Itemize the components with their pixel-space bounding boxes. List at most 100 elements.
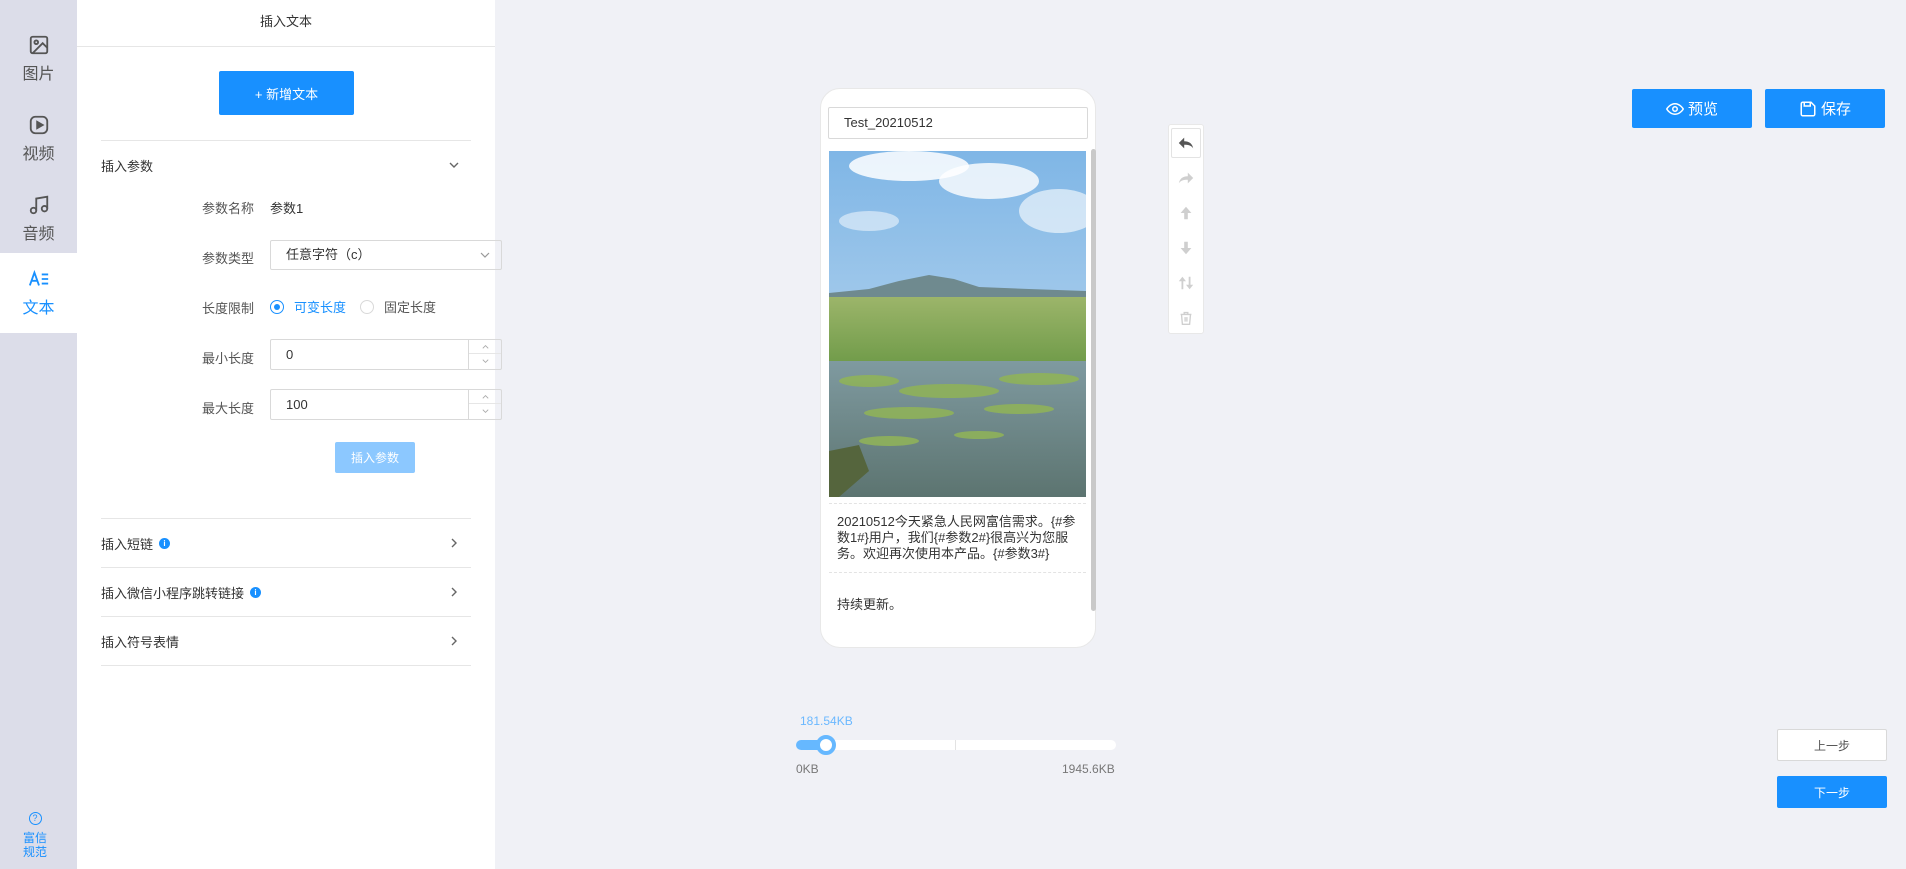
swap-button[interactable]: [1171, 268, 1201, 298]
eye-icon: [1665, 102, 1684, 115]
divider: [101, 567, 471, 568]
length-limit-radio-group: 可变长度 固定长度: [270, 297, 450, 316]
size-slider-tick: [955, 740, 956, 750]
param-name-label: 参数名称: [202, 201, 255, 216]
message-body-text[interactable]: 20210512今天紧急人民网富信需求。{#参数1#}用户，我们{#参数2#}很…: [829, 503, 1086, 573]
decrement-button[interactable]: [469, 354, 501, 368]
info-icon: i: [250, 586, 262, 598]
max-length-input[interactable]: [271, 390, 461, 419]
chevron-up-icon: [481, 394, 489, 399]
text-icon: [28, 269, 48, 286]
max-length-label: 最大长度: [202, 401, 255, 416]
edit-toolbar: [1168, 124, 1204, 334]
save-button[interactable]: 保存: [1765, 89, 1885, 128]
radio-fixed-length-label[interactable]: 固定长度: [384, 297, 436, 316]
chevron-right-icon: [451, 587, 457, 597]
min-length-input[interactable]: [271, 340, 461, 369]
text-panel: 插入文本 + 新增文本 插入参数 参数名称 参数1 参数类型 任意字符（c） 长…: [77, 0, 502, 869]
message-image[interactable]: [829, 151, 1086, 497]
divider: [101, 616, 471, 617]
increment-button[interactable]: [469, 390, 501, 404]
param-type-value: 任意字符（c）: [286, 247, 371, 262]
move-up-icon: [1180, 206, 1192, 220]
insert-param-button[interactable]: 插入参数: [335, 442, 415, 473]
rail-item-image[interactable]: 图片: [0, 19, 77, 99]
rail-item-audio[interactable]: 音频: [0, 179, 77, 259]
chevron-up-icon: [481, 344, 489, 349]
phone-preview: Test_20210512 20210512今天紧急人民网富信需求。{#参数1#…: [820, 88, 1096, 648]
param-type-select[interactable]: 任意字符（c）: [270, 240, 502, 270]
next-step-button[interactable]: 下一步: [1777, 776, 1887, 808]
rail-help[interactable]: ? 富信 规范: [0, 812, 70, 859]
chevron-right-icon: [451, 636, 457, 646]
phone-scrollbar[interactable]: [1091, 149, 1096, 611]
add-text-button[interactable]: + 新增文本: [219, 71, 354, 115]
rail-item-label: 视频: [22, 146, 55, 163]
chevron-right-icon: [451, 538, 457, 548]
rail-item-video[interactable]: 视频: [0, 99, 77, 179]
section-insert-miniprogram-link[interactable]: 插入微信小程序跳转链接 i: [101, 581, 471, 603]
redo-icon: [1178, 172, 1194, 184]
radio-variable-length-label[interactable]: 可变长度: [294, 297, 346, 316]
size-min-label: 0KB: [796, 762, 819, 776]
size-slider: [796, 735, 1116, 755]
delete-icon: [1180, 311, 1192, 325]
min-length-label: 最小长度: [202, 351, 255, 366]
rail-item-text[interactable]: 文本: [0, 253, 77, 333]
help-icon: ?: [28, 812, 42, 825]
rail-item-label: 图片: [22, 66, 55, 83]
move-down-icon: [1180, 241, 1192, 255]
chevron-down-icon: [480, 252, 490, 258]
increment-button[interactable]: [469, 340, 501, 354]
save-label: 保存: [1820, 101, 1851, 118]
undo-button[interactable]: [1171, 128, 1201, 158]
param-type-label: 参数类型: [202, 251, 255, 266]
param-name-value: 参数1: [270, 201, 304, 216]
section-title: 插入符号表情: [101, 634, 180, 650]
message-title-field[interactable]: Test_20210512: [828, 107, 1088, 139]
section-insert-param[interactable]: 插入参数: [101, 154, 471, 176]
radio-fixed-length[interactable]: [360, 299, 375, 314]
preview-label: 预览: [1687, 101, 1718, 118]
redo-button[interactable]: [1171, 163, 1201, 193]
message-body-text-2[interactable]: 持续更新。: [829, 594, 1086, 613]
rail-item-label: 音频: [22, 226, 55, 243]
rail-item-label: 文本: [22, 300, 55, 317]
section-insert-short-link[interactable]: 插入短链 i: [101, 532, 471, 554]
divider: [101, 665, 471, 666]
undo-icon: [1178, 137, 1194, 149]
help-label-line2: 规范: [22, 845, 47, 859]
move-up-button[interactable]: [1171, 198, 1201, 228]
previous-step-button[interactable]: 上一步: [1777, 729, 1887, 761]
landscape-image: [829, 151, 1086, 497]
radio-variable-length[interactable]: [270, 299, 284, 314]
decrement-button[interactable]: [469, 404, 501, 418]
save-icon: [1800, 101, 1816, 116]
move-down-button[interactable]: [1171, 233, 1201, 263]
divider: [101, 140, 471, 141]
left-rail: 图片 视频 音频 文本 ? 富信 规范: [0, 0, 77, 869]
stepper-controls: [468, 390, 501, 419]
stepper-controls: [468, 340, 501, 369]
max-length-stepper: [270, 389, 502, 420]
help-label-line1: 富信: [22, 831, 47, 845]
section-title: 插入参数: [101, 158, 154, 174]
size-slider-thumb: [816, 735, 836, 755]
info-icon: i: [159, 537, 171, 549]
swap-icon: [1178, 276, 1194, 290]
min-length-stepper: [270, 339, 502, 370]
video-icon: [29, 115, 48, 135]
preview-button[interactable]: 预览: [1632, 89, 1752, 128]
music-icon: [29, 195, 48, 215]
chevron-down-icon: [449, 162, 459, 168]
section-title: 插入短链: [101, 536, 154, 552]
chevron-down-icon: [481, 358, 489, 363]
delete-button[interactable]: [1171, 303, 1201, 333]
length-limit-label: 长度限制: [202, 301, 255, 316]
section-insert-emoji[interactable]: 插入符号表情: [101, 630, 471, 652]
chevron-down-icon: [481, 408, 489, 413]
panel-title: 插入文本: [77, 0, 495, 47]
image-icon: [29, 35, 48, 55]
divider: [101, 518, 471, 519]
size-current-label: 181.54KB: [800, 714, 853, 728]
